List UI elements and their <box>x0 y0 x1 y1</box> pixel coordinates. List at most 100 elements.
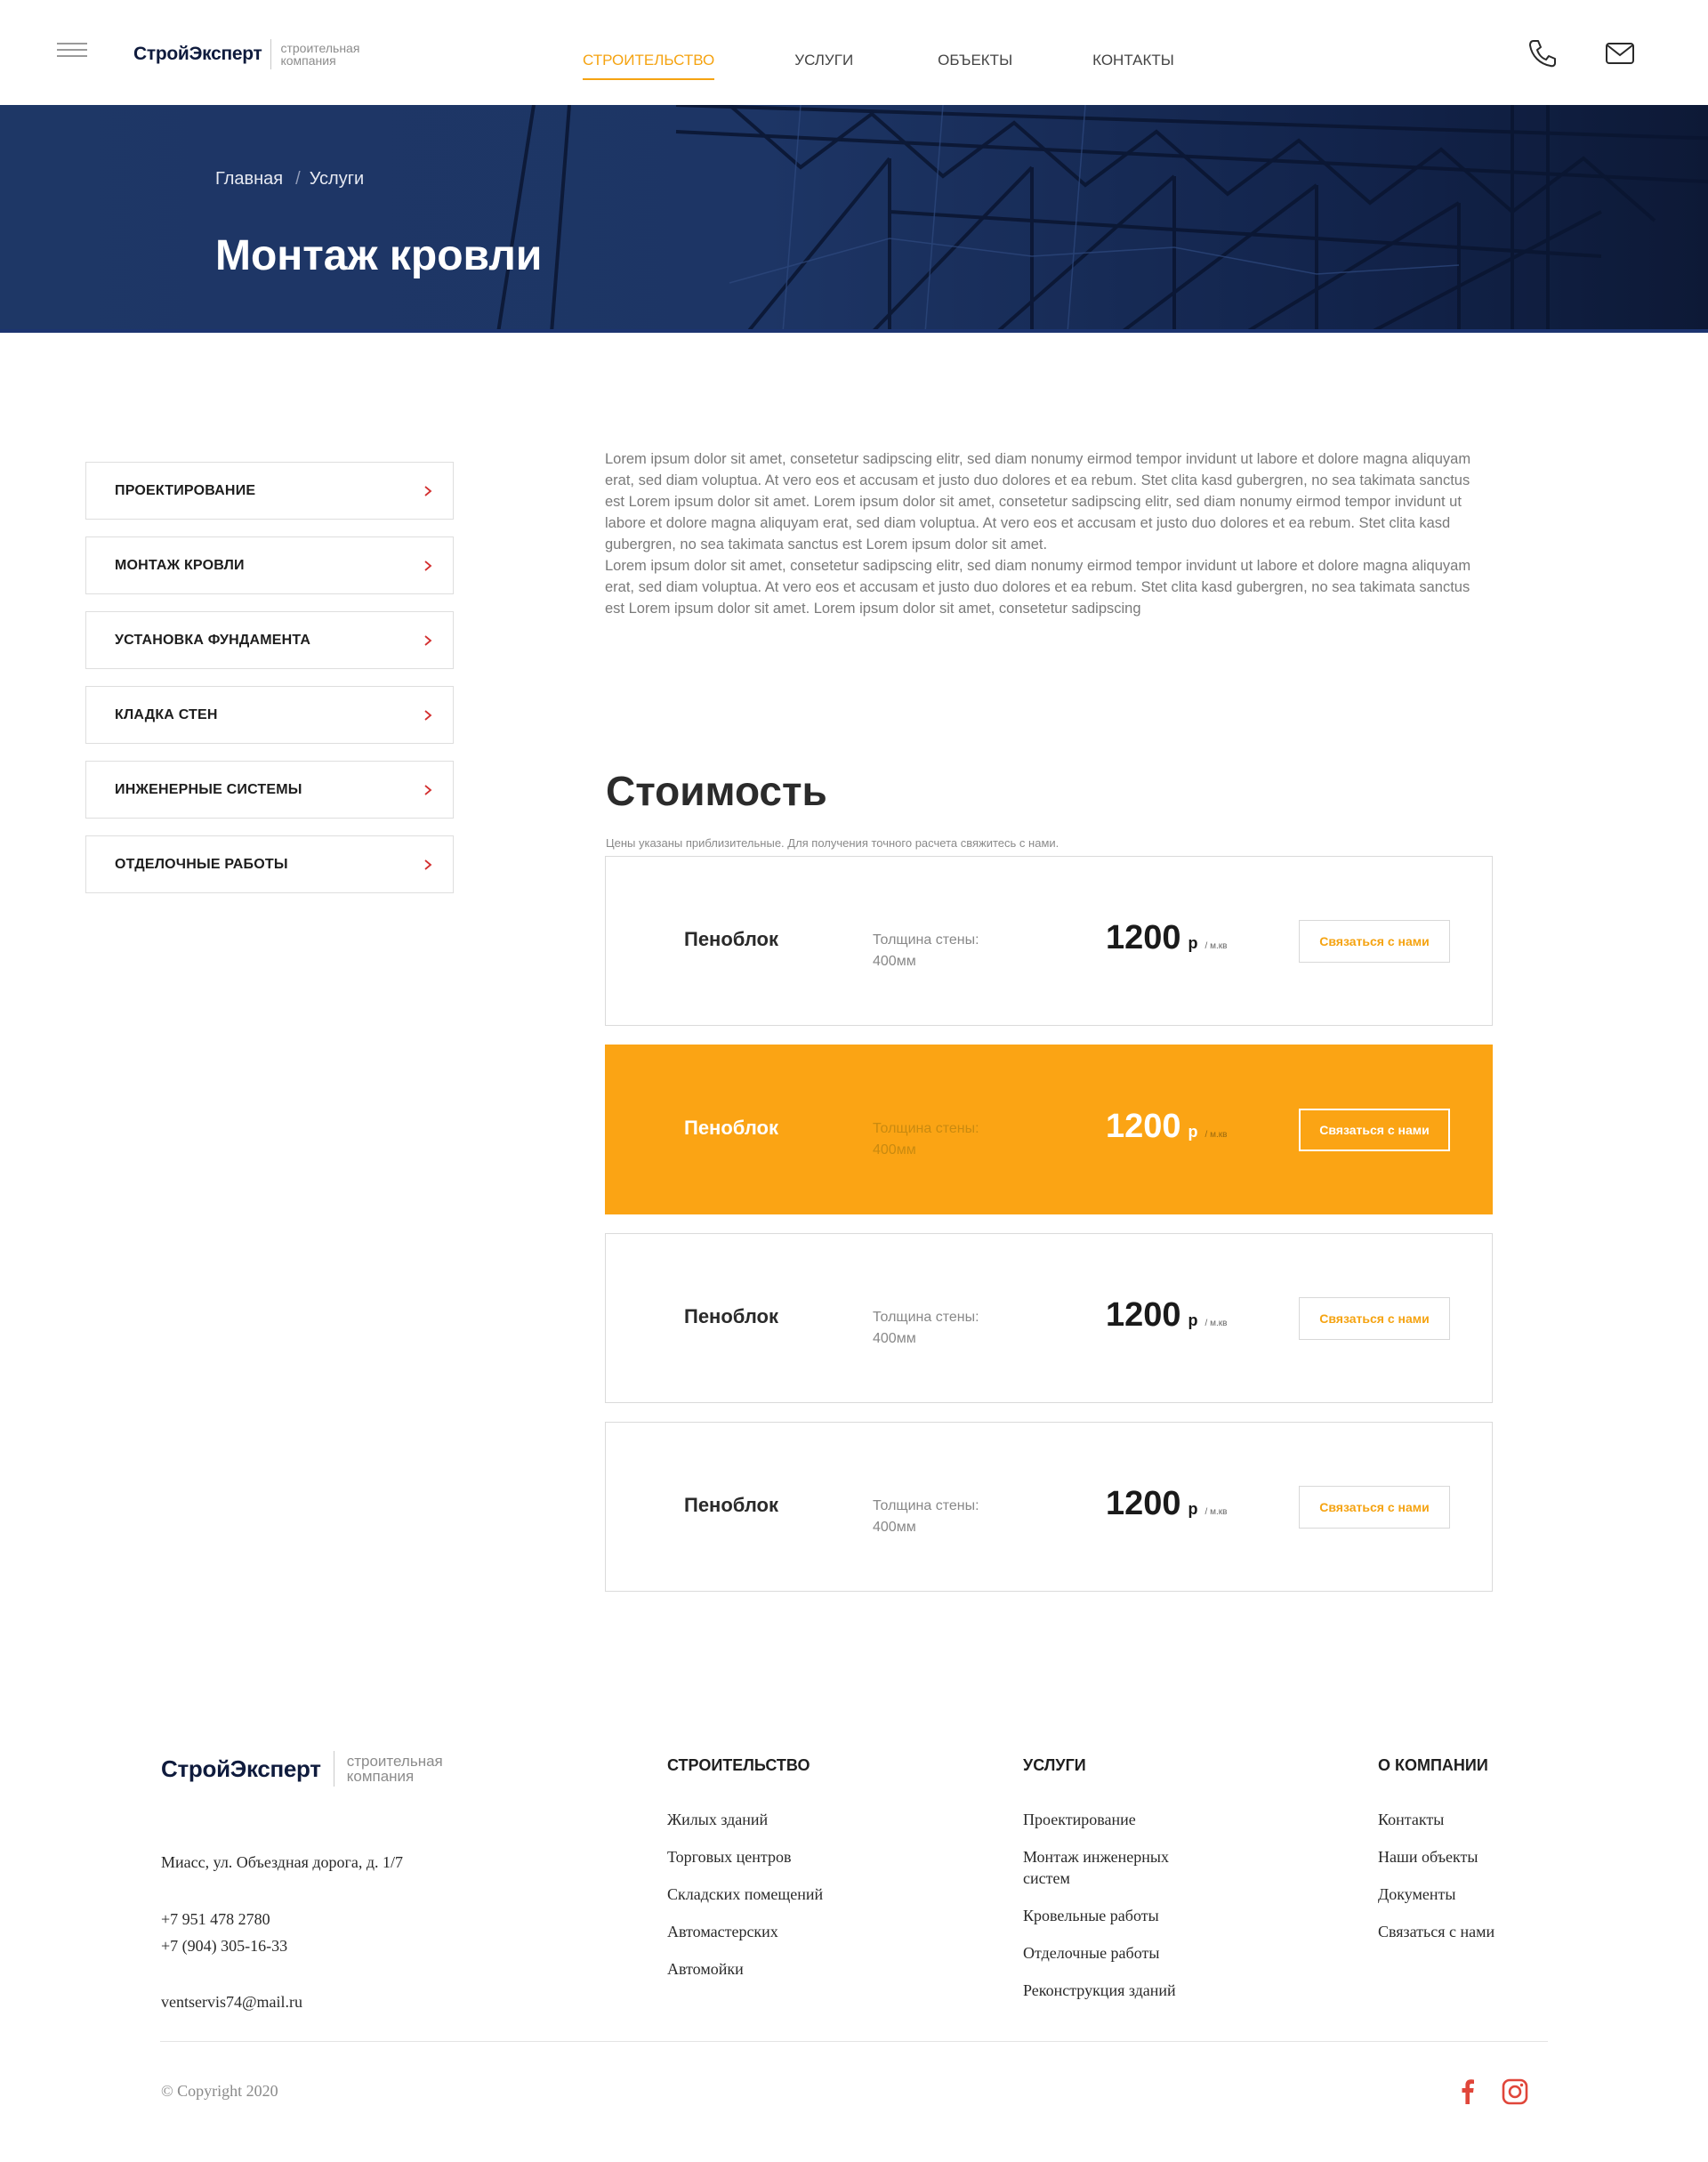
page-title: Монтаж кровли <box>215 232 543 279</box>
footer-column-company: О КОМПАНИИ Контакты Наши объекты Докумен… <box>1378 1756 1494 1958</box>
footer-link[interactable]: Реконструкция зданий <box>1023 1980 1201 2001</box>
menu-icon[interactable] <box>57 43 87 59</box>
logo[interactable]: СтройЭксперт строительная компания <box>133 39 359 69</box>
footer-link[interactable]: Наши объекты <box>1378 1846 1494 1868</box>
footer-link[interactable]: Складских помещений <box>667 1884 823 1905</box>
footer-address: Миасс, ул. Объездная дорога, д. 1/7 <box>161 1853 404 1871</box>
contact-us-button[interactable]: Связаться с нами <box>1299 1109 1450 1151</box>
contact-us-button[interactable]: Связаться с нами <box>1299 1297 1450 1340</box>
contact-us-button[interactable]: Связаться с нами <box>1299 920 1450 963</box>
price-card-price: 1200 р / м.кв <box>1106 1485 1227 1523</box>
footer-link[interactable]: Проектирование <box>1023 1809 1201 1830</box>
nav-item-objects[interactable]: ОБЪЕКТЫ <box>938 52 1012 80</box>
price-card-spec: Толщина стены: 400мм <box>873 1118 979 1161</box>
intro-text: Lorem ipsum dolor sit amet, consetetur s… <box>605 451 1471 617</box>
logo-tagline-line2: компания <box>346 1768 415 1785</box>
pricing-cards: Пеноблок Толщина стены: 400мм 1200 р / м… <box>605 856 1493 1610</box>
sidebar-item-label: ОТДЕЛОЧНЫЕ РАБОТЫ <box>115 856 288 872</box>
breadcrumb-services[interactable]: Услуги <box>310 169 365 190</box>
footer-logo[interactable]: СтройЭксперт строительная компания <box>161 1751 443 1787</box>
main-nav: СТРОИТЕЛЬСТВО УСЛУГИ ОБЪЕКТЫ КОНТАКТЫ <box>583 52 1174 80</box>
price-currency: р <box>1188 934 1198 952</box>
breadcrumb-separator: / <box>295 169 301 189</box>
footer-phone-2[interactable]: +7 (904) 305-16-33 <box>161 1937 287 1956</box>
nav-item-contacts[interactable]: КОНТАКТЫ <box>1092 52 1174 80</box>
sidebar-item-foundation[interactable]: УСТАНОВКА ФУНДАМЕНТА <box>85 611 454 669</box>
footer-phone-1[interactable]: +7 951 478 2780 <box>161 1910 270 1929</box>
services-sidebar: ПРОЕКТИРОВАНИЕ МОНТАЖ КРОВЛИ УСТАНОВКА Ф… <box>85 462 454 910</box>
price-card-price: 1200 р / м.кв <box>1106 1108 1227 1146</box>
price-unit: / м.кв <box>1204 1319 1228 1328</box>
sidebar-item-walls[interactable]: КЛАДКА СТЕН <box>85 686 454 744</box>
sidebar-item-design[interactable]: ПРОЕКТИРОВАНИЕ <box>85 462 454 520</box>
chevron-right-icon <box>424 784 432 795</box>
pricing-title: Стоимость <box>606 768 827 814</box>
footer-column-title: УСЛУГИ <box>1023 1756 1086 1774</box>
price-currency: р <box>1188 1123 1198 1141</box>
price-card-spec-value: 400мм <box>873 1331 916 1346</box>
footer-column-construction: СТРОИТЕЛЬСТВО Жилых зданий Торговых цент… <box>667 1756 823 1996</box>
price-card-spec: Толщина стены: 400мм <box>873 930 979 972</box>
footer-column-title: О КОМПАНИИ <box>1378 1756 1488 1774</box>
instagram-icon[interactable] <box>1502 2078 1528 2110</box>
hero-background-image <box>496 105 1708 333</box>
footer-link[interactable]: Монтаж инженерных систем <box>1023 1846 1201 1889</box>
footer-divider <box>160 2041 1548 2042</box>
price-value: 1200 <box>1106 919 1181 956</box>
nav-item-services[interactable]: УСЛУГИ <box>794 52 853 80</box>
footer-email[interactable]: ventservis74@mail.ru <box>161 1993 302 2012</box>
sidebar-item-label: УСТАНОВКА ФУНДАМЕНТА <box>115 632 311 648</box>
sidebar-item-engineering[interactable]: ИНЖЕНЕРНЫЕ СИСТЕМЫ <box>85 761 454 819</box>
price-card-price: 1200 р / м.кв <box>1106 1296 1227 1335</box>
logo-divider <box>270 39 272 69</box>
breadcrumb-home[interactable]: Главная <box>215 169 283 190</box>
price-card-highlighted: Пеноблок Толщина стены: 400мм 1200 р / м… <box>605 1045 1493 1214</box>
nav-item-construction[interactable]: СТРОИТЕЛЬСТВО <box>583 52 715 80</box>
phone-icon[interactable] <box>1527 37 1559 74</box>
price-card-spec: Толщина стены: 400мм <box>873 1496 979 1538</box>
sidebar-item-label: МОНТАЖ КРОВЛИ <box>115 557 245 573</box>
footer-link[interactable]: Автомастерских <box>667 1921 823 1942</box>
footer-link[interactable]: Автомойки <box>667 1958 823 1980</box>
price-card-spec-label: Толщина стены: <box>873 932 979 948</box>
footer-link[interactable]: Документы <box>1378 1884 1494 1905</box>
hero-bottom-border <box>0 329 1708 333</box>
footer-link[interactable]: Жилых зданий <box>667 1809 823 1830</box>
chevron-right-icon <box>424 485 432 496</box>
price-value: 1200 <box>1106 1485 1181 1522</box>
price-currency: р <box>1188 1311 1198 1329</box>
price-value: 1200 <box>1106 1296 1181 1334</box>
logo-tagline: строительная компания <box>347 1754 443 1784</box>
price-card-name: Пеноблок <box>684 1305 778 1327</box>
logo-tagline: строительная компания <box>280 42 359 67</box>
price-card-price: 1200 р / м.кв <box>1106 919 1227 957</box>
sidebar-item-roofing[interactable]: МОНТАЖ КРОВЛИ <box>85 536 454 594</box>
footer-link[interactable]: Связаться с нами <box>1378 1921 1494 1942</box>
footer-link[interactable]: Кровельные работы <box>1023 1905 1201 1926</box>
mail-icon[interactable] <box>1604 37 1636 74</box>
pricing-note: Цены указаны приблизительные. Для получе… <box>606 836 1059 850</box>
chevron-right-icon <box>424 634 432 646</box>
hero-banner: Главная / Услуги Монтаж кровли <box>0 105 1708 333</box>
sidebar-item-finishing[interactable]: ОТДЕЛОЧНЫЕ РАБОТЫ <box>85 835 454 893</box>
price-unit: / м.кв <box>1204 941 1228 951</box>
logo-brand: СтройЭксперт <box>161 1755 321 1782</box>
footer-link[interactable]: Контакты <box>1378 1809 1494 1830</box>
price-card-spec-value: 400мм <box>873 954 916 969</box>
logo-brand: СтройЭксперт <box>133 44 262 64</box>
price-card: Пеноблок Толщина стены: 400мм 1200 р / м… <box>605 856 1493 1026</box>
sidebar-item-label: ПРОЕКТИРОВАНИЕ <box>115 482 256 498</box>
breadcrumb: Главная / Услуги <box>215 169 364 190</box>
facebook-icon[interactable] <box>1457 2078 1478 2110</box>
price-card-spec-value: 400мм <box>873 1520 916 1535</box>
price-card-spec-label: Толщина стены: <box>873 1310 979 1325</box>
sidebar-item-label: ИНЖЕНЕРНЫЕ СИСТЕМЫ <box>115 781 302 797</box>
price-card-name: Пеноблок <box>684 1117 778 1139</box>
logo-tagline-line2: компания <box>280 53 336 68</box>
copyright: © Copyright 2020 <box>161 2082 278 2100</box>
price-card: Пеноблок Толщина стены: 400мм 1200 р / м… <box>605 1422 1493 1592</box>
footer-link[interactable]: Отделочные работы <box>1023 1942 1201 1964</box>
footer-link[interactable]: Торговых центров <box>667 1846 823 1868</box>
price-currency: р <box>1188 1500 1198 1518</box>
contact-us-button[interactable]: Связаться с нами <box>1299 1486 1450 1529</box>
